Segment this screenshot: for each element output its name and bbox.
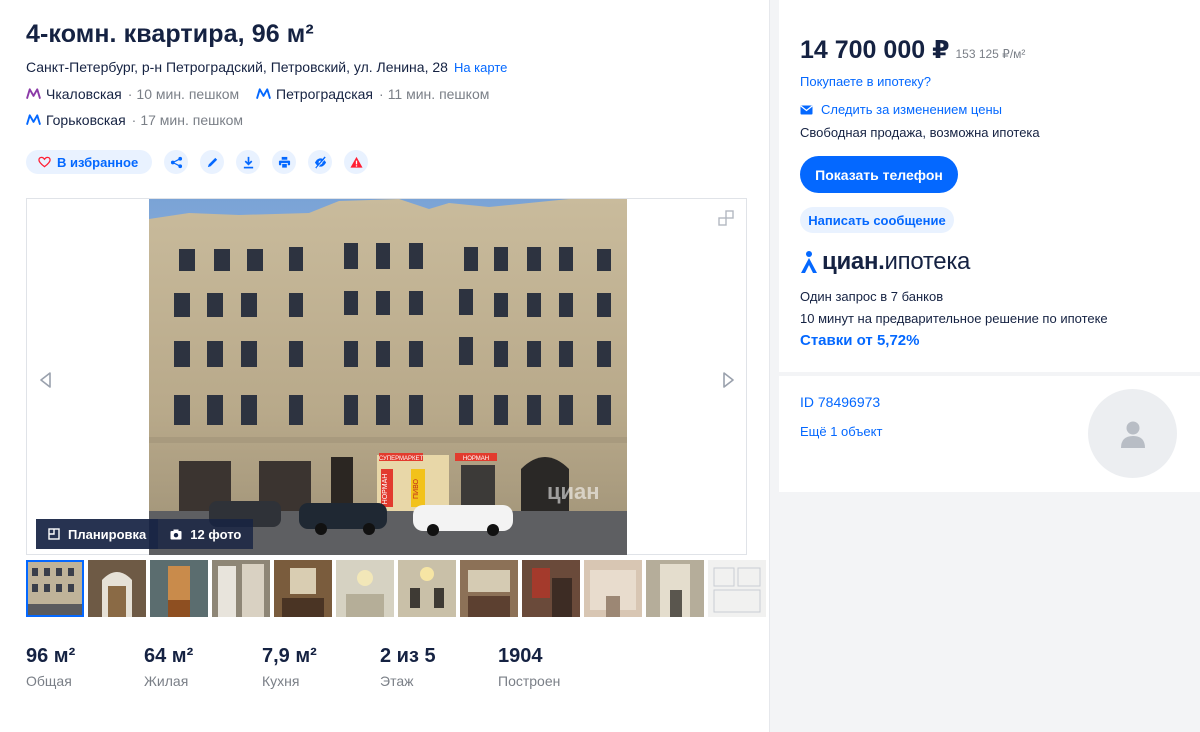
- mortgage-link[interactable]: Покупаете в ипотеку?: [800, 74, 931, 89]
- price-value: 14 700 000 ₽: [800, 36, 950, 64]
- metro-station-1: Чкаловская · 10 мин. пешком: [26, 86, 239, 102]
- print-button[interactable]: [272, 150, 297, 174]
- building-photo: СУПЕРМАРКЕТ НОРМАН ПИВО НОРМАН циан: [149, 199, 627, 555]
- shop-sign: СУПЕРМАРКЕТ: [379, 456, 424, 462]
- heart-icon: [38, 156, 51, 168]
- stat-living-area: 64 м² Жилая: [144, 645, 194, 689]
- metro-icon: [256, 88, 271, 99]
- edit-button[interactable]: [200, 150, 225, 174]
- stat-total-area: 96 м² Общая: [26, 645, 76, 689]
- avatar[interactable]: [1088, 389, 1177, 478]
- price-card: 14 700 000 ₽ 153 125 ₽/м² Покупаете в ипо…: [779, 0, 1200, 372]
- metro-walk-time: 11 мин. пешком: [387, 86, 490, 102]
- logo-sub: ипотека: [884, 248, 971, 275]
- track-price-label: Следить за изменением цены: [821, 102, 1002, 117]
- metro-walk-time: 17 мин. пешком: [140, 112, 244, 128]
- address-text: Санкт-Петербург, р-н Петроградский, Петр…: [26, 59, 448, 75]
- thumbnail[interactable]: [26, 560, 84, 617]
- share-icon: [170, 156, 182, 168]
- promo-line-1: Один запрос в 7 банков: [800, 289, 944, 304]
- track-price-link[interactable]: Следить за изменением цены: [800, 102, 1002, 117]
- metro-station-3: Горьковская · 17 мин. пешком: [26, 112, 243, 128]
- price: 14 700 000 ₽ 153 125 ₽/м²: [800, 35, 1025, 65]
- action-bar: В избранное: [26, 150, 369, 174]
- cian-mortgage-logo: циан.ипотека: [800, 246, 970, 278]
- agent-more-link[interactable]: Ещё 1 объект: [800, 424, 882, 439]
- photo-gallery: СУПЕРМАРКЕТ НОРМАН ПИВО НОРМАН циан План…: [26, 198, 747, 555]
- thumbnail[interactable]: [646, 560, 704, 617]
- agent-card: ID 78496973 Ещё 1 объект: [779, 376, 1200, 492]
- sale-type: Свободная продажа, возможна ипотека: [800, 125, 1040, 140]
- thumbnail[interactable]: [88, 560, 146, 617]
- camera-icon: [170, 529, 182, 539]
- shop-sign-2: НОРМАН: [463, 456, 489, 462]
- floor-plan-icon: [48, 528, 60, 540]
- promo-line-2: 10 минут на предварительное решение по и…: [800, 311, 1108, 326]
- printer-icon: [278, 156, 290, 169]
- cian-logo-icon: [801, 251, 817, 273]
- photos-count-tag[interactable]: 12 фото: [158, 519, 254, 549]
- thumbnail-strip: [26, 560, 766, 617]
- eye-off-icon: [314, 155, 327, 169]
- metro-name: Петроградская: [276, 86, 374, 102]
- pencil-icon: [207, 157, 217, 167]
- fullscreen-icon[interactable]: [717, 209, 735, 227]
- thumbnail[interactable]: [150, 560, 208, 617]
- report-button[interactable]: [344, 150, 369, 174]
- metro-name: Чкаловская: [46, 86, 122, 102]
- warning-icon: [350, 156, 363, 168]
- thumbnail[interactable]: [336, 560, 394, 617]
- thumbnail[interactable]: [212, 560, 270, 617]
- floor-plan-label: Планировка: [68, 526, 147, 542]
- thumbnail[interactable]: [460, 560, 518, 617]
- next-photo-icon[interactable]: [719, 371, 737, 389]
- write-message-button[interactable]: Написать сообщение: [800, 207, 954, 233]
- metro-name: Горьковская: [46, 112, 126, 128]
- download-button[interactable]: [236, 150, 261, 174]
- price-per-meter: 153 125 ₽/м²: [955, 47, 1026, 61]
- share-button[interactable]: [164, 150, 189, 174]
- stat-built-year: 1904 Построен: [498, 645, 561, 689]
- address: Санкт-Петербург, р-н Петроградский, Петр…: [26, 59, 507, 75]
- thumbnail[interactable]: [708, 560, 766, 617]
- user-icon: [1120, 421, 1145, 448]
- favorite-button[interactable]: В избранное: [26, 150, 153, 174]
- thumbnail[interactable]: [274, 560, 332, 617]
- agent-id-link[interactable]: ID 78496973: [800, 394, 880, 410]
- watermark: циан: [547, 479, 600, 504]
- thumbnail[interactable]: [398, 560, 456, 617]
- favorite-label: В избранное: [57, 154, 139, 170]
- metro-walk-time: 10 мин. пешком: [136, 86, 240, 102]
- floor-plan-tag[interactable]: Планировка: [36, 519, 159, 549]
- thumbnail[interactable]: [522, 560, 580, 617]
- show-phone-button[interactable]: Показать телефон: [800, 156, 958, 193]
- listing-main: 4-комн. квартира, 96 м² Санкт-Петербург,…: [0, 0, 770, 732]
- mortgage-rates-link[interactable]: Ставки от 5,72%: [800, 332, 919, 349]
- key-stats: 96 м² Общая 64 м² Жилая 7,9 м² Кухня 2 из 5…: [26, 645, 616, 689]
- main-photo[interactable]: СУПЕРМАРКЕТ НОРМАН ПИВО НОРМАН циан: [149, 199, 627, 555]
- photos-count: 12 фото: [190, 526, 242, 542]
- metro-station-2: Петроградская · 11 мин. пешком: [256, 86, 489, 102]
- page-title: 4-комн. квартира, 96 м²: [26, 20, 314, 48]
- stat-floor: 2 из 5 Этаж: [380, 645, 436, 689]
- envelope-icon: [800, 105, 813, 114]
- sidebar: 14 700 000 ₽ 153 125 ₽/м² Покупаете в ипо…: [779, 0, 1200, 492]
- prev-photo-icon[interactable]: [37, 371, 55, 389]
- shop-sign-vertical: НОРМАН: [382, 474, 389, 505]
- logo-main: циан: [822, 248, 879, 275]
- stat-kitchen-area: 7,9 м² Кухня: [262, 645, 317, 689]
- thumbnail[interactable]: [584, 560, 642, 617]
- metro-icon: [26, 114, 41, 125]
- map-link[interactable]: На карте: [454, 60, 507, 75]
- gallery-tags: Планировка 12 фото: [36, 519, 254, 549]
- download-icon: [243, 156, 253, 168]
- hide-button[interactable]: [308, 150, 333, 174]
- beer-sign: ПИВО: [413, 478, 420, 498]
- metro-icon: [26, 88, 41, 99]
